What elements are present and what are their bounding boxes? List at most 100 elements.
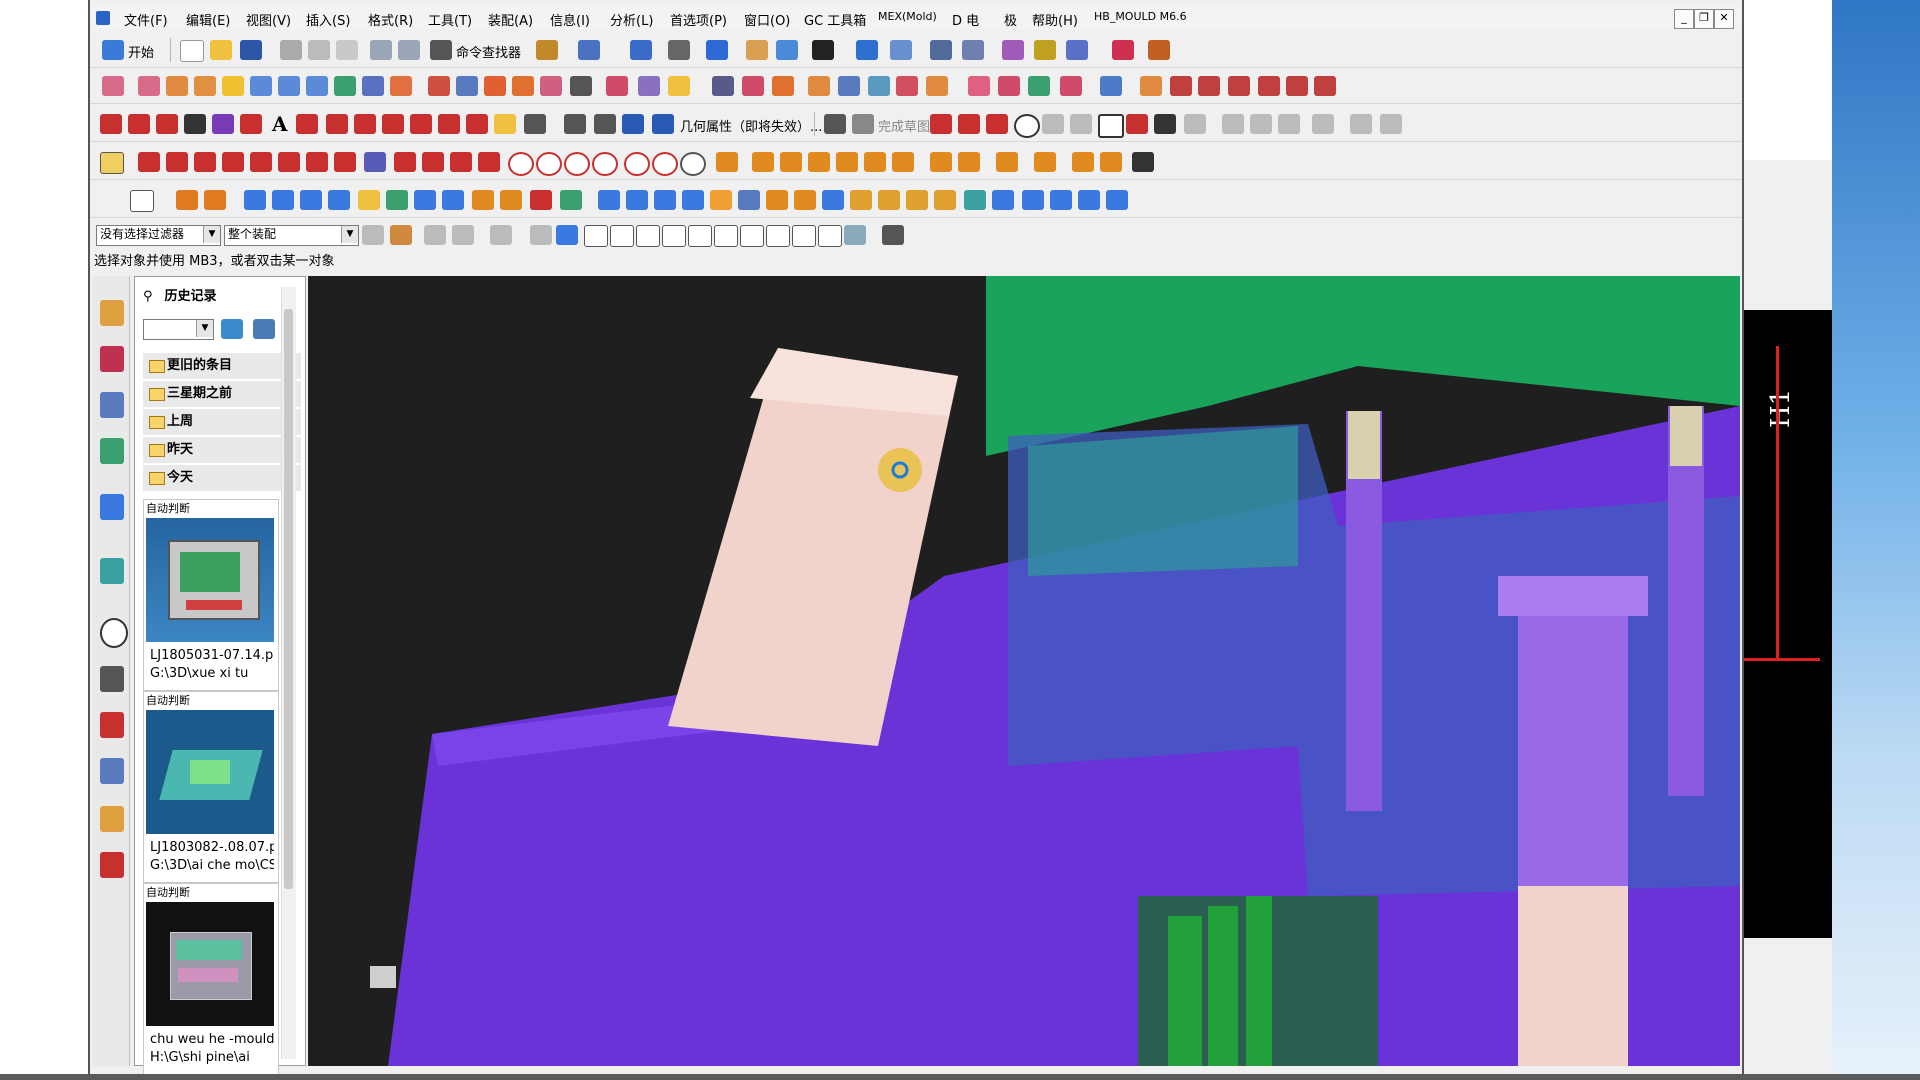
close-button[interactable]: ✕ <box>1714 9 1734 29</box>
circle-3pt-icon[interactable] <box>536 152 562 176</box>
menu-information[interactable]: 信息(I) <box>550 10 590 29</box>
mirror-icon[interactable] <box>1100 76 1122 96</box>
fillet-curve-icon[interactable] <box>1228 76 1250 96</box>
draft-body-icon[interactable] <box>738 190 760 210</box>
constraint-sketch-icon[interactable] <box>1350 114 1372 134</box>
menu-gc-toolkit[interactable]: GC 工具箱 <box>804 10 866 29</box>
menu-insert[interactable]: 插入(S) <box>306 10 350 29</box>
shell-icon[interactable] <box>996 152 1018 172</box>
section-icon[interactable] <box>668 76 690 96</box>
redo-icon[interactable] <box>398 40 420 60</box>
restore-button[interactable]: ❐ <box>1694 9 1714 29</box>
line-perp-icon[interactable] <box>222 152 244 172</box>
quick-extend-icon[interactable] <box>1250 114 1272 134</box>
menu-assembly[interactable]: 装配(A) <box>488 10 533 29</box>
snap-point-icon[interactable] <box>390 225 412 245</box>
sketch-icon[interactable] <box>824 114 846 134</box>
patch-icon[interactable] <box>512 76 534 96</box>
snap-quadrant-icon[interactable] <box>766 225 790 247</box>
resize-blend-icon[interactable] <box>998 76 1020 96</box>
history-view-dropdown[interactable]: ▼ <box>143 319 214 340</box>
pattern-icon[interactable] <box>530 190 552 210</box>
analysis-icon[interactable] <box>1002 40 1024 60</box>
subtract-icon[interactable] <box>386 190 408 210</box>
arc-center-icon[interactable] <box>278 152 300 172</box>
box-icon[interactable] <box>850 190 872 210</box>
trim-body-icon[interactable] <box>1034 152 1056 172</box>
command-finder-icon[interactable] <box>430 40 452 60</box>
sketch-feature-icon[interactable] <box>130 190 154 212</box>
mold-wizard-icon[interactable] <box>100 758 124 784</box>
circle-tangent-icon[interactable] <box>564 152 590 176</box>
shaded-display-icon[interactable] <box>706 40 728 60</box>
chamfer-icon[interactable] <box>930 152 952 172</box>
sketch-profile-icon[interactable] <box>930 114 952 134</box>
menu-format[interactable]: 格式(R) <box>368 10 413 29</box>
region-icon[interactable] <box>712 76 734 96</box>
make-corner-icon[interactable] <box>1278 114 1300 134</box>
law-extension-icon[interactable] <box>484 76 506 96</box>
curve-rule-icon[interactable] <box>424 225 446 245</box>
corner-icon[interactable] <box>478 152 500 172</box>
sketch-settings-icon[interactable] <box>1380 114 1402 134</box>
sketch-polygon-icon[interactable] <box>1184 114 1206 134</box>
wrap-icon[interactable] <box>622 114 644 134</box>
mirror-body-icon[interactable] <box>560 190 582 210</box>
chamfer-curve-icon[interactable] <box>1258 76 1280 96</box>
menu-analysis[interactable]: 分析(L) <box>610 10 653 29</box>
assembly-navigator-icon[interactable] <box>100 300 124 326</box>
geom-props-button[interactable]: 几何属性（即将失效）... <box>680 116 822 135</box>
snap-tangent-icon[interactable] <box>688 225 712 247</box>
extract-icon[interactable] <box>638 76 660 96</box>
text-tool-icon[interactable]: A <box>272 112 288 136</box>
join-icon[interactable] <box>494 114 516 134</box>
extend-icon[interactable] <box>428 76 450 96</box>
sew-body-icon[interactable] <box>682 190 704 210</box>
move-face-icon[interactable] <box>926 76 948 96</box>
background-icon[interactable] <box>812 40 834 60</box>
wrap-geometry-icon[interactable] <box>766 190 788 210</box>
split-body-icon[interactable] <box>1072 152 1094 172</box>
menu-mex-mold[interactable]: MEX(Mold) <box>878 10 937 23</box>
sphere-body-icon[interactable] <box>1106 190 1128 210</box>
roles-icon[interactable] <box>100 806 124 832</box>
quilt-icon[interactable] <box>808 76 830 96</box>
groove-icon[interactable] <box>864 152 886 172</box>
quick-trim-icon[interactable] <box>1222 114 1244 134</box>
offset-curve-icon[interactable] <box>1314 76 1336 96</box>
point-icon[interactable] <box>240 114 262 134</box>
fillet-icon[interactable] <box>394 152 416 172</box>
offset-surface-icon[interactable] <box>390 76 412 96</box>
history-folder-older[interactable]: 更旧的条目 <box>143 353 301 379</box>
circle-options-icon[interactable] <box>680 152 706 176</box>
assembly-icon[interactable] <box>856 40 878 60</box>
pocket-icon[interactable] <box>780 152 802 172</box>
menu-extreme[interactable]: 极 <box>1004 10 1017 29</box>
graphics-viewport[interactable] <box>308 276 1740 1066</box>
thicken-icon[interactable] <box>570 76 592 96</box>
command-finder-button[interactable]: 命令查找器 <box>456 42 521 61</box>
pad-icon[interactable] <box>808 152 830 172</box>
cone-body-icon[interactable] <box>1078 190 1100 210</box>
menu-preferences[interactable]: 首选项(P) <box>670 10 727 29</box>
delete-face-icon[interactable] <box>868 76 890 96</box>
boss-icon[interactable] <box>752 152 774 172</box>
view-style-icon[interactable] <box>253 319 275 339</box>
sketch-fillet-icon[interactable] <box>1042 114 1064 134</box>
circle-center-icon[interactable] <box>508 152 534 176</box>
line-parallel-icon[interactable] <box>194 152 216 172</box>
menu-view[interactable]: 视图(V) <box>246 10 291 29</box>
isoparametric-icon[interactable] <box>594 114 616 134</box>
offset-region-icon[interactable] <box>968 76 990 96</box>
circle-radius-icon[interactable] <box>592 152 618 176</box>
enlarge-icon[interactable] <box>540 76 562 96</box>
finish-sketch-button[interactable]: 完成草图 <box>878 116 930 135</box>
process-studio-icon[interactable] <box>100 558 124 584</box>
check-icon[interactable] <box>1034 40 1056 60</box>
filter-icon[interactable] <box>362 225 384 245</box>
replace-face-icon[interactable] <box>742 76 764 96</box>
face-icon[interactable] <box>878 190 900 210</box>
undo-icon[interactable] <box>370 40 392 60</box>
extract-body-icon[interactable] <box>598 190 620 210</box>
emboss-body-icon[interactable] <box>892 152 914 172</box>
